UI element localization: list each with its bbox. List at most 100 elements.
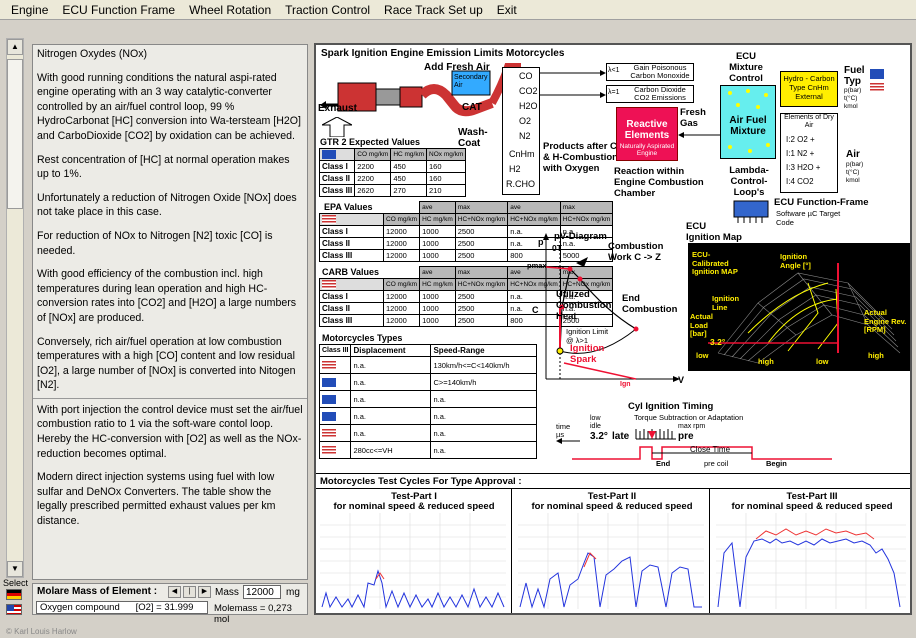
map-high-right: high xyxy=(868,351,884,360)
pv-ot-label: 0T xyxy=(552,243,562,253)
menu-race-track-setup[interactable]: Race Track Set up xyxy=(377,0,490,20)
hydro-carbon-label: Hydro - Carbon Type CnHm External xyxy=(783,74,835,101)
table-header: Speed-Range xyxy=(430,344,538,357)
compound-field[interactable]: Oxygen compound [O2] = 31.999 xyxy=(36,601,208,614)
table-cell: n.a. xyxy=(350,390,432,408)
table-row: Class III 2620 270 210 xyxy=(318,184,467,197)
table-cell: 160 xyxy=(426,172,467,185)
table-cell: Class III xyxy=(318,184,356,197)
table-cell: Class I xyxy=(318,160,356,173)
table-cell: 2500 xyxy=(454,302,509,315)
molemass-readout: Molemass = 0,273 mol xyxy=(214,603,292,625)
exhaust-arrow-icon xyxy=(322,117,352,137)
timing-pre-coil: pre coil xyxy=(704,459,729,468)
mass-unit: mg xyxy=(286,587,300,598)
mixture-dots-artwork xyxy=(728,89,770,153)
menu-bar: Engine ECU Function Frame Wheel Rotation… xyxy=(0,0,916,20)
table-cell: 280cc<=VH xyxy=(350,441,432,459)
map-actual-rev: Actual Engine Rev. [RPM] xyxy=(864,308,907,334)
fresh-gas-label: Fresh Gas xyxy=(680,107,706,129)
menu-exit[interactable]: Exit xyxy=(490,0,524,20)
end-combustion-label: End Combustion xyxy=(622,293,678,315)
table-header: HC mg/km xyxy=(419,213,456,226)
table-cell: 2200 xyxy=(354,160,392,173)
text-paragraph: Unfortunately a reduction of Nitrogen Ox… xyxy=(37,191,297,219)
moto-types-table: Class III Displacement Speed-Range n.a. 1… xyxy=(318,344,538,459)
timing-begin: Begin xyxy=(766,459,787,468)
menu-wheel-rotation[interactable]: Wheel Rotation xyxy=(182,0,278,20)
wash-coat-label: Wash-Coat xyxy=(458,127,488,149)
map-actual-load: Actual Load [bar] xyxy=(690,312,713,338)
table-row: n.a. C>=140km/h xyxy=(318,373,538,391)
scroll-thumb[interactable] xyxy=(7,59,23,209)
footer-credit: © Karl Louis Harlow xyxy=(6,627,77,636)
gtr2-title: GTR 2 Expected Values xyxy=(320,137,421,147)
menu-traction-control[interactable]: Traction Control xyxy=(278,0,377,20)
table-cell: 12000 xyxy=(382,290,421,303)
text-heading: Nitrogen Oxydes (NOx) xyxy=(37,48,148,60)
fuel-us-flag-icon[interactable] xyxy=(870,83,884,92)
table-cell: 12000 xyxy=(382,302,421,315)
table-cell: 270 xyxy=(390,184,428,197)
ignition-spark-label: Ignition Spark xyxy=(570,343,605,365)
air-label: Air xyxy=(846,149,860,160)
scroll-up-arrow-icon[interactable]: ▲ xyxy=(7,39,23,55)
fresh-gas-arrow-icon xyxy=(678,132,724,138)
table-cell: 2500 xyxy=(454,314,509,327)
test-cycle-chart-2 xyxy=(518,513,704,609)
table-row: Class II 2200 450 160 xyxy=(318,172,467,185)
fuel-eu-flag-icon[interactable] xyxy=(870,69,884,79)
cat-label: CAT xyxy=(462,102,482,113)
table-cell: Class II xyxy=(318,172,356,185)
mass-input[interactable] xyxy=(243,585,281,599)
pv-v-label: V xyxy=(678,375,685,385)
description-text-panel: Nitrogen Oxydes (NOx) With good running … xyxy=(32,44,308,580)
table-cell: 450 xyxy=(390,172,428,185)
table-header: NOx mg/km xyxy=(426,148,467,161)
us-flag-icon xyxy=(322,280,336,289)
table-cell: Class III xyxy=(319,249,384,262)
table-cell: 210 xyxy=(426,184,467,197)
table-cell: 1000 xyxy=(419,237,456,250)
text-paragraph: With port injection the control device m… xyxy=(37,403,303,460)
eu-flag-icon xyxy=(322,394,336,404)
pv-c-label: C xyxy=(532,305,539,315)
text-paragraph: With good efficiency of the combustion i… xyxy=(37,268,297,324)
table-cell: 1000 xyxy=(419,302,456,315)
cycle-subtitle: for nominal speed & reduced speed xyxy=(531,501,693,512)
eu-flag-icon xyxy=(322,377,336,387)
combustion-work-label: Combustion Work C -> Z xyxy=(608,241,664,263)
vertical-scrollbar[interactable]: ▲ ▼ xyxy=(6,38,24,578)
species-n2: N2 xyxy=(519,131,531,141)
table-header: HC+NOx mg/km xyxy=(559,213,614,226)
text-paragraph: Rest concentration of [HC] at normal ope… xyxy=(37,153,290,181)
german-flag-icon[interactable] xyxy=(6,589,22,600)
table-cell: Class II xyxy=(319,237,384,250)
lambda-loops-label: Lambda-Control-Loop's xyxy=(729,165,769,198)
us-flag-icon[interactable] xyxy=(6,604,22,615)
dry-air-n2: I:1 N2 + xyxy=(786,149,815,158)
table-header: Displacement xyxy=(350,344,432,357)
us-flag-icon xyxy=(322,428,336,438)
spin-mid-icon[interactable]: | xyxy=(183,586,196,598)
text-paragraph: Modern direct injection systems using fu… xyxy=(37,471,276,528)
table-cell: 12000 xyxy=(382,237,421,250)
menu-engine[interactable]: Engine xyxy=(4,0,55,20)
reactive-elements-label: Reactive Elements xyxy=(624,119,670,141)
test-cycle-panel-3: Test-Part III for nominal speed & reduce… xyxy=(712,489,910,613)
table-cell: n.a. xyxy=(350,373,432,391)
spin-right-icon[interactable]: ▶ xyxy=(198,586,211,598)
menu-ecu-function-frame[interactable]: ECU Function Frame xyxy=(55,0,182,20)
scroll-down-arrow-icon[interactable]: ▼ xyxy=(7,561,23,577)
table-cell: 2500 xyxy=(454,225,509,238)
table-cell: 2500 xyxy=(454,249,509,262)
emission-diagram: Spark Ignition Engine Emission Limits Mo… xyxy=(314,43,912,615)
table-cell: n.a. xyxy=(350,407,432,425)
table-cell: C>=140km/h xyxy=(430,373,538,391)
table-cell: n.a. xyxy=(430,407,538,425)
table-cell: 12000 xyxy=(382,249,421,262)
test-cycle-chart-3 xyxy=(716,513,906,609)
table-cell: 450 xyxy=(390,160,428,173)
pv-title: pV-Diagram xyxy=(554,231,607,242)
spin-left-icon[interactable]: ◀ xyxy=(168,586,181,598)
